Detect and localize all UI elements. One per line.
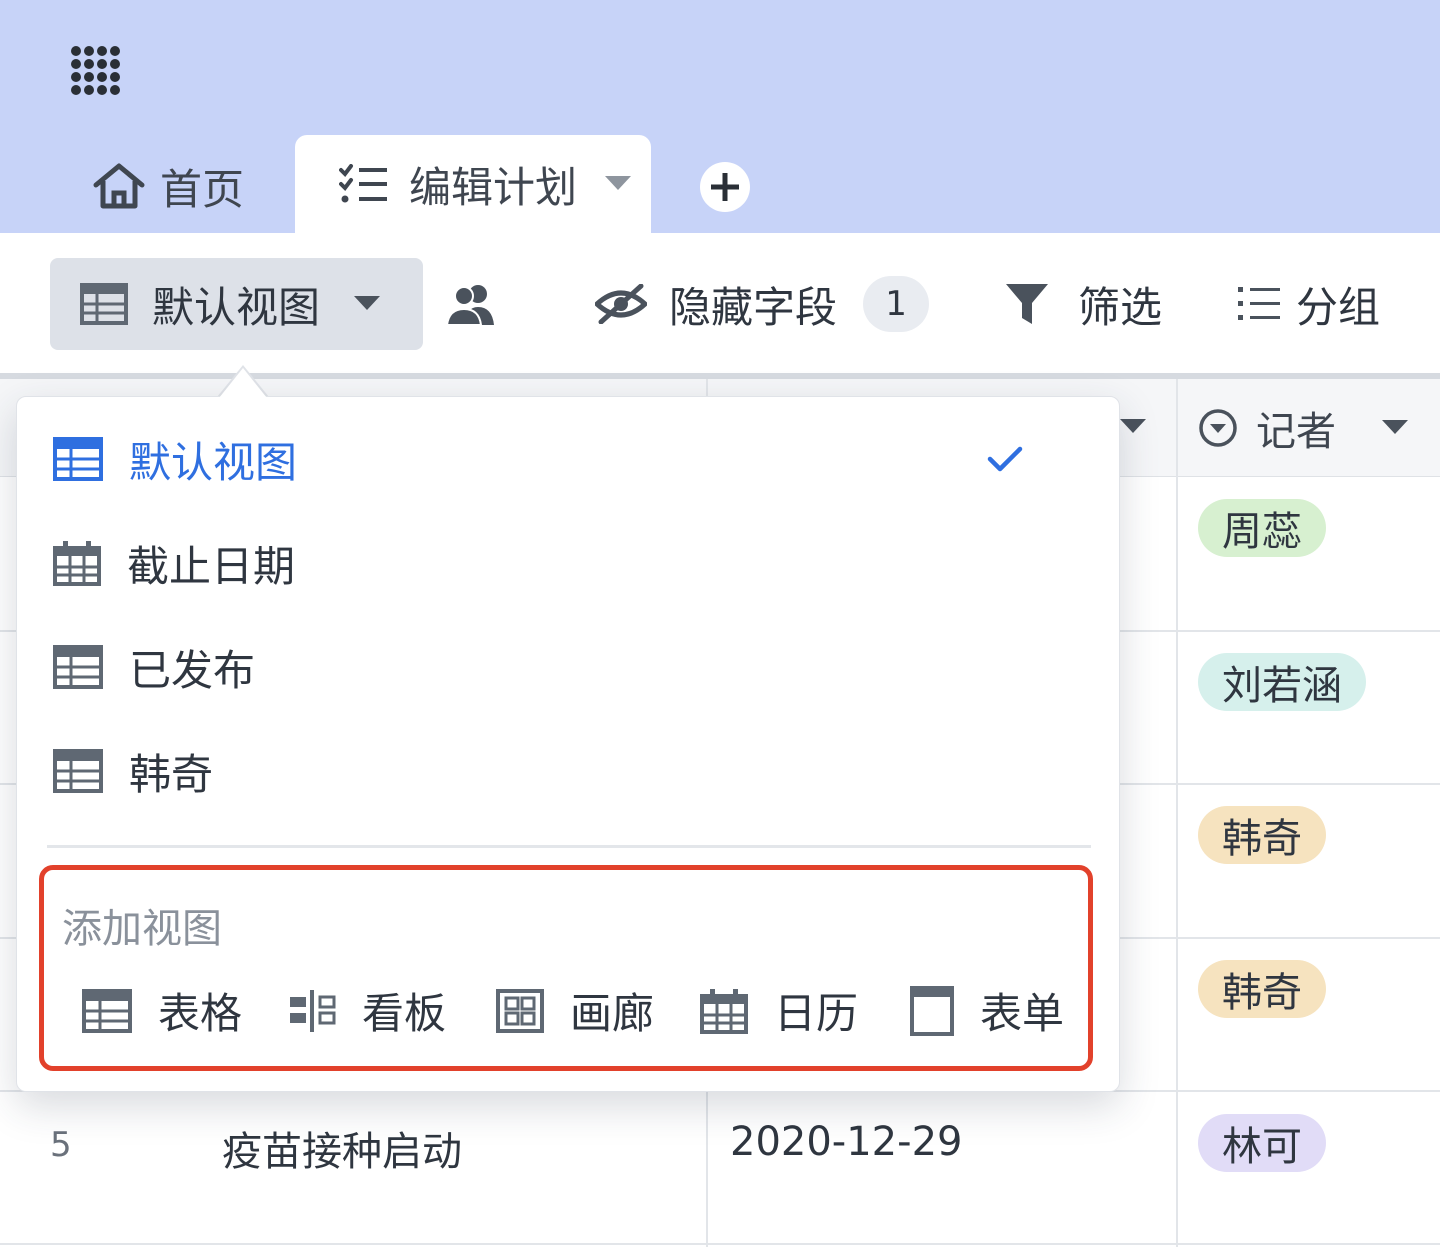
- view-toolbar: 默认视图 隐藏字段 1 筛选 分组: [0, 233, 1440, 373]
- table-icon: [53, 437, 103, 481]
- add-view-type-label: 看板: [362, 989, 447, 1038]
- table-icon: [53, 749, 103, 793]
- view-item-label: 已发布: [129, 645, 256, 695]
- view-item-label: 截止日期: [127, 541, 296, 591]
- add-view-section: 添加视图 表格 看板 画廊 日历 表单: [39, 865, 1093, 1071]
- column-header-label: 记者: [1256, 409, 1336, 455]
- users-icon: [445, 285, 494, 326]
- view-item-label: 默认视图: [129, 437, 298, 487]
- dropdown-pointer-fill: [219, 368, 267, 398]
- tab-editorial-plan[interactable]: 编辑计划: [295, 135, 651, 233]
- form-icon: [910, 985, 954, 1036]
- home-icon: [93, 163, 145, 209]
- kanban-icon: [290, 989, 336, 1032]
- cell-title[interactable]: 疫苗接种启动: [222, 1119, 462, 1177]
- add-view-calendar[interactable]: 日历: [700, 980, 858, 1041]
- add-view-type-label: 日历: [774, 989, 859, 1038]
- view-item-label: 韩奇: [129, 749, 214, 799]
- chevron-down-icon[interactable]: [605, 176, 632, 192]
- add-tab-button[interactable]: [700, 162, 750, 212]
- tab-editorial-plan-label: 编辑计划: [409, 162, 578, 212]
- view-menu: 默认视图 截止日期 已发布 韩奇 添加视图 表格 看板 画廊 日历 表单: [16, 396, 1120, 1092]
- calendar-icon: [700, 988, 748, 1034]
- eye-off-icon: [595, 284, 647, 324]
- row-number: 5: [50, 1125, 72, 1165]
- add-view-kanban[interactable]: 看板: [288, 980, 446, 1041]
- hide-fields-label: 隐藏字段: [669, 282, 838, 332]
- view-item-default[interactable]: 默认视图: [53, 419, 1093, 499]
- row-divider: [0, 1243, 1440, 1245]
- reporter-tag[interactable]: 韩奇: [1198, 960, 1326, 1018]
- single-select-icon: [1199, 409, 1237, 447]
- filter-label: 筛选: [1078, 282, 1163, 332]
- reporter-tag[interactable]: 周蕊: [1198, 499, 1326, 557]
- hidden-fields-count-badge: 1: [863, 276, 930, 332]
- calendar-icon: [53, 541, 101, 586]
- add-view-form[interactable]: 表单: [910, 980, 1064, 1041]
- view-switcher-label: 默认视图: [152, 282, 321, 332]
- collaborators-button[interactable]: [444, 258, 498, 350]
- tab-home-label: 首页: [160, 164, 245, 214]
- view-item-han-qi[interactable]: 韩奇: [53, 731, 1093, 811]
- reporter-tag[interactable]: 林可: [1198, 1114, 1326, 1172]
- group-button[interactable]: 分组: [1236, 258, 1380, 350]
- reporter-tag[interactable]: 刘若涵: [1198, 653, 1366, 711]
- chevron-down-icon: [354, 296, 381, 310]
- grid-dots-icon[interactable]: [70, 45, 122, 97]
- list-icon: [1238, 287, 1280, 320]
- reporter-tag[interactable]: 韩奇: [1198, 806, 1326, 864]
- table-icon: [80, 283, 128, 325]
- column-header-reporter[interactable]: 记者: [1198, 379, 1408, 477]
- chevron-down-icon[interactable]: [1382, 420, 1408, 436]
- gallery-icon: [496, 988, 544, 1033]
- add-view-type-label: 表格: [158, 989, 243, 1038]
- filter-button[interactable]: 筛选: [1004, 258, 1162, 350]
- view-item-published[interactable]: 已发布: [53, 627, 1093, 707]
- add-view-table[interactable]: 表格: [82, 980, 242, 1041]
- hide-fields-button[interactable]: 隐藏字段 1: [595, 258, 930, 350]
- filter-icon: [1006, 284, 1048, 324]
- group-label: 分组: [1296, 282, 1381, 332]
- column-divider: [1176, 379, 1178, 1247]
- plus-icon: [711, 173, 739, 201]
- table-icon: [53, 645, 103, 689]
- app-header: 首页 编辑计划: [0, 0, 1440, 233]
- menu-divider: [47, 845, 1091, 848]
- cell-date[interactable]: 2020-12-29: [730, 1119, 962, 1165]
- table-icon: [82, 988, 132, 1033]
- column-menu-icon[interactable]: [1120, 419, 1146, 435]
- view-item-due-date[interactable]: 截止日期: [53, 523, 1093, 603]
- checklist-icon: [339, 164, 387, 203]
- tab-home[interactable]: 首页: [92, 140, 244, 232]
- add-view-type-label: 画廊: [570, 989, 655, 1038]
- add-view-gallery[interactable]: 画廊: [496, 980, 654, 1041]
- checkmark-icon: [987, 446, 1023, 472]
- add-view-type-label: 表单: [980, 989, 1065, 1038]
- add-view-title: 添加视图: [62, 906, 222, 952]
- view-switcher-button[interactable]: 默认视图: [50, 258, 423, 350]
